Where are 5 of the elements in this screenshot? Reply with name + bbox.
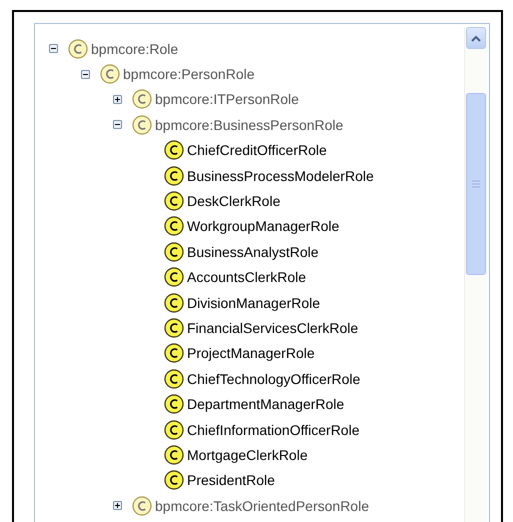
grip-icon — [472, 180, 480, 188]
scrollbar[interactable] — [464, 27, 487, 522]
caret-icon — [471, 34, 481, 42]
scroll-thumb[interactable] — [466, 93, 486, 275]
scroll-up-button[interactable] — [466, 27, 486, 49]
